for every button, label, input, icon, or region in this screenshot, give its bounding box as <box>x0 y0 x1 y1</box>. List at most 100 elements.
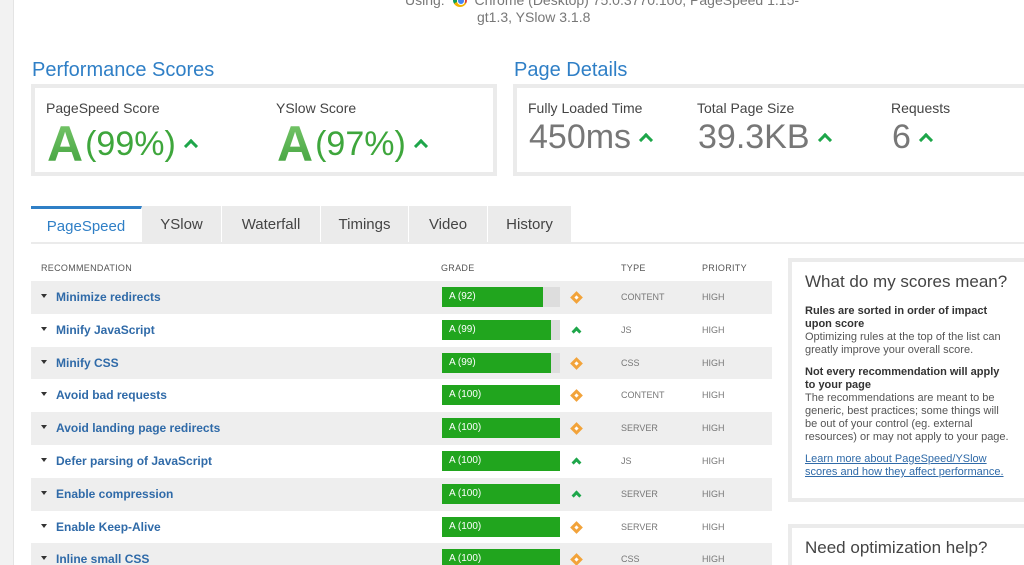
expand-caret-icon[interactable] <box>41 490 47 495</box>
chrome-icon <box>452 0 467 7</box>
grade-bar-fill: A (100) <box>442 418 560 439</box>
expand-caret-icon[interactable] <box>41 457 47 462</box>
rule-priority: HIGH <box>702 357 725 368</box>
using-label: Using: <box>405 0 445 8</box>
yslow-percent: (97%) <box>315 124 406 163</box>
tab-timings[interactable]: Timings <box>321 206 409 243</box>
grade-bar-fill: A (99) <box>442 319 551 340</box>
recommendation-name[interactable]: Defer parsing of JavaScript <box>56 454 212 468</box>
rule-priority: HIGH <box>702 324 725 335</box>
grade-bar: A (100) <box>442 385 560 406</box>
scores-help-heading-2: Not every recommendation will apply to y… <box>805 366 1000 391</box>
recommendation-name[interactable]: Enable compression <box>56 487 173 501</box>
requests-label: Requests <box>891 100 951 116</box>
table-row[interactable]: Minify JavaScript A (99) JS HIGH <box>31 313 772 347</box>
yslow-grade: A <box>277 116 314 172</box>
recommendations-table: Minimize redirects A (92) CONTENT HIGH Minif… <box>31 281 772 565</box>
column-header-grade: GRADE <box>441 263 475 273</box>
rule-type: CONTENT <box>621 390 665 401</box>
total-page-size-value: 39.3KB <box>698 118 810 156</box>
expand-caret-icon[interactable] <box>41 294 47 298</box>
table-row[interactable]: Minify CSS A (99) CSS HIGH <box>31 346 772 380</box>
recommendation-name[interactable]: Avoid bad requests <box>56 388 167 402</box>
column-header-type: TYPE <box>621 263 646 273</box>
grade-bar: A (100) <box>442 483 560 504</box>
rule-type: CONTENT <box>621 292 665 302</box>
grade-bar: A (100) <box>442 418 560 439</box>
page-details-box: Fully Loaded Time 450ms Total Page Size … <box>513 84 1024 176</box>
expand-caret-icon[interactable] <box>41 425 47 430</box>
optimization-help-title: Need optimization help? <box>805 538 988 557</box>
expand-caret-icon[interactable] <box>41 392 47 397</box>
page-details-title: Page Details <box>514 59 628 81</box>
tab-history[interactable]: History <box>488 206 572 243</box>
rule-type: SERVER <box>621 423 658 434</box>
tab-pagespeed[interactable]: PageSpeed <box>31 206 142 243</box>
expand-caret-icon[interactable] <box>41 523 47 528</box>
tab-yslow[interactable]: YSlow <box>142 206 222 243</box>
expand-caret-icon[interactable] <box>41 359 47 364</box>
rule-type: JS <box>621 455 632 466</box>
expand-caret-icon[interactable] <box>41 556 47 561</box>
grade-bar-fill: A (92) <box>442 287 543 307</box>
pagespeed-score: PageSpeed Score A (99%) <box>35 88 265 172</box>
table-row[interactable]: Avoid landing page redirects A (100) SERVE… <box>31 412 772 445</box>
yslow-score: YSlow Score A (97%) <box>265 88 493 172</box>
trend-up-icon <box>639 132 651 144</box>
grade-bar: A (100) <box>442 450 560 471</box>
trend-neutral-icon <box>570 356 584 371</box>
scores-help-box: What do my scores mean? Rules are sorted… <box>788 258 1024 502</box>
recommendation-name[interactable]: Enable Keep-Alive <box>56 520 161 534</box>
rule-priority: HIGH <box>702 521 725 532</box>
recommendation-name[interactable]: Minify JavaScript <box>56 323 155 337</box>
table-row[interactable]: Enable compression A (100) SERVER HIGH <box>31 477 772 511</box>
grade-bar: A (92) <box>442 287 560 307</box>
performance-scores-box: PageSpeed Score A (99%) YSlow Score A (9… <box>31 84 497 176</box>
total-page-size: Total Page Size 39.3KB <box>686 88 880 172</box>
rule-priority: HIGH <box>702 554 725 565</box>
performance-scores-title: Performance Scores <box>32 59 215 81</box>
table-row[interactable]: Defer parsing of JavaScript A (100) JS HIGH <box>31 444 772 478</box>
table-row[interactable]: Inline small CSS A (100) CSS HIGH <box>31 543 772 565</box>
tabs-divider <box>31 242 1024 244</box>
trend-neutral-icon <box>570 553 584 565</box>
column-header-recommendation: RECOMMENDATION <box>41 263 133 273</box>
rule-type: JS <box>621 324 632 335</box>
grade-bar: A (99) <box>442 352 560 373</box>
table-row[interactable]: Enable Keep-Alive A (100) SERVER HIGH <box>31 510 772 544</box>
rule-priority: HIGH <box>702 455 725 466</box>
column-header-priority: PRIORITY <box>702 263 747 273</box>
rule-priority: HIGH <box>702 423 725 434</box>
scores-help-title: What do my scores mean? <box>805 272 1008 291</box>
trend-neutral-icon <box>570 422 584 436</box>
test-environment-versions: gt1.3, YSlow 3.1.8 <box>477 9 591 25</box>
tab-video[interactable]: Video <box>409 206 488 243</box>
recommendation-name[interactable]: Inline small CSS <box>56 552 149 565</box>
optimization-help-box: Need optimization help? <box>788 524 1024 565</box>
recommendation-name[interactable]: Minify CSS <box>56 356 119 370</box>
trend-neutral-icon <box>570 291 584 305</box>
expand-caret-icon[interactable] <box>41 326 47 331</box>
recommendation-name[interactable]: Minimize redirects <box>56 290 161 304</box>
fully-loaded-time: Fully Loaded Time 450ms <box>517 88 686 172</box>
grade-bar-fill: A (99) <box>442 352 551 373</box>
grade-bar-fill: A (100) <box>442 483 560 504</box>
grade-bar: A (100) <box>442 549 560 565</box>
report-tabs: PageSpeed YSlow Waterfall Timings Video … <box>31 206 572 243</box>
requests: Requests 6 <box>880 88 1020 172</box>
grade-bar-fill: A (100) <box>442 385 560 406</box>
trend-up-icon <box>570 488 584 502</box>
table-row[interactable]: Minimize redirects A (92) CONTENT HIGH <box>31 281 772 314</box>
table-row[interactable]: Avoid bad requests A (100) CONTENT HIGH <box>31 379 772 413</box>
left-scroll-gutter <box>0 0 14 565</box>
recommendation-name[interactable]: Avoid landing page redirects <box>56 421 220 435</box>
tab-waterfall[interactable]: Waterfall <box>222 206 321 243</box>
pagespeed-grade: A <box>47 116 84 172</box>
learn-more-link[interactable]: Learn more about PageSpeed/YSlow scores … <box>805 453 1012 479</box>
scores-help-heading-1: Rules are sorted in order of impact upon… <box>805 305 988 330</box>
rule-type: SERVER <box>621 521 658 532</box>
trend-up-icon <box>184 138 196 150</box>
trend-up-icon <box>570 324 584 338</box>
grade-bar-fill: A (100) <box>442 516 560 537</box>
requests-value: 6 <box>892 118 911 156</box>
